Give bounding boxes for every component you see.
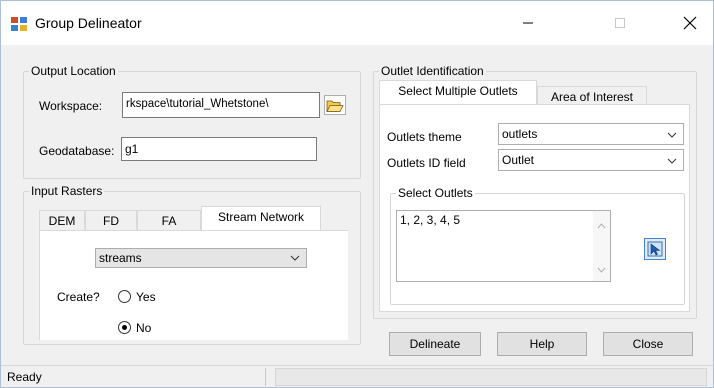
minimize-button[interactable]: [505, 1, 551, 45]
pick-from-map-icon: [647, 241, 663, 257]
tab-select-multiple-outlets[interactable]: Select Multiple Outlets: [379, 80, 537, 104]
yes-label[interactable]: Yes: [136, 290, 156, 304]
app-icon: [11, 17, 27, 31]
scroll-up-icon[interactable]: [593, 219, 610, 233]
browse-folder-button[interactable]: [324, 95, 346, 115]
input-rasters-group: Input Rasters DEM FD FA Stream Network s…: [23, 184, 361, 345]
window-title: Group Delineator: [35, 15, 142, 31]
scroll-down-icon[interactable]: [593, 263, 610, 277]
minimize-icon: [523, 22, 533, 24]
close-icon: [683, 16, 697, 30]
output-location-group: Output Location Workspace: rkspace\tutor…: [23, 64, 361, 179]
tab-fd[interactable]: FD: [85, 210, 137, 232]
select-outlets-list[interactable]: 1, 2, 3, 4, 5: [396, 210, 611, 282]
group-delineator-window: Group Delineator Output Location Workspa…: [0, 0, 714, 388]
outlet-identification-legend: Outlet Identification: [379, 64, 486, 78]
workspace-label: Workspace:: [39, 99, 103, 113]
chevron-down-icon: [290, 255, 300, 261]
open-folder-icon: [326, 100, 344, 112]
chevron-down-icon: [667, 158, 677, 164]
close-window-button[interactable]: [667, 1, 713, 45]
no-label[interactable]: No: [136, 321, 151, 335]
title-bar[interactable]: Group Delineator: [1, 1, 713, 45]
outlets-id-select[interactable]: Outlet: [498, 149, 684, 171]
no-radio[interactable]: [118, 321, 131, 334]
tab-dem[interactable]: DEM: [39, 210, 85, 232]
status-panel: [275, 368, 707, 386]
stream-raster-value: streams: [99, 251, 142, 265]
select-multiple-outlets-panel: Outlets theme outlets Outlets ID field O…: [379, 104, 690, 312]
list-scrollbar[interactable]: [593, 211, 610, 281]
create-label: Create?: [57, 290, 100, 304]
status-divider: [265, 368, 266, 386]
pick-outlets-button[interactable]: [644, 238, 666, 260]
geodatabase-field[interactable]: g1: [121, 137, 317, 161]
maximize-icon: [615, 18, 625, 28]
input-rasters-legend: Input Rasters: [29, 184, 105, 198]
outlet-identification-group: Outlet Identification Select Multiple Ou…: [373, 64, 697, 319]
workspace-field[interactable]: rkspace\tutorial_Whetstone\: [122, 92, 320, 118]
select-outlets-legend: Select Outlets: [396, 186, 475, 200]
select-outlets-group: Select Outlets 1, 2, 3, 4, 5: [390, 186, 685, 305]
status-text: Ready: [7, 370, 42, 384]
yes-radio[interactable]: [118, 290, 131, 303]
outlets-theme-value: outlets: [502, 127, 538, 141]
stream-network-panel: streams Create? Yes No: [39, 230, 348, 340]
help-button[interactable]: Help: [497, 332, 587, 356]
select-outlets-value: 1, 2, 3, 4, 5: [400, 213, 461, 227]
outlets-theme-select[interactable]: outlets: [498, 123, 684, 145]
output-location-legend: Output Location: [29, 64, 118, 78]
stream-raster-select[interactable]: streams: [95, 248, 307, 268]
outlets-theme-label: Outlets theme: [387, 130, 462, 144]
status-bar: Ready: [1, 365, 713, 387]
outlets-id-label: Outlets ID field: [387, 156, 466, 170]
delineate-button[interactable]: Delineate: [389, 332, 481, 356]
geodatabase-label: Geodatabase:: [39, 144, 115, 158]
outlets-id-value: Outlet: [502, 153, 535, 167]
maximize-button[interactable]: [597, 1, 643, 45]
close-button[interactable]: Close: [603, 332, 693, 356]
tab-stream-network[interactable]: Stream Network: [201, 206, 321, 230]
chevron-down-icon: [667, 132, 677, 138]
tab-fa[interactable]: FA: [137, 210, 201, 232]
